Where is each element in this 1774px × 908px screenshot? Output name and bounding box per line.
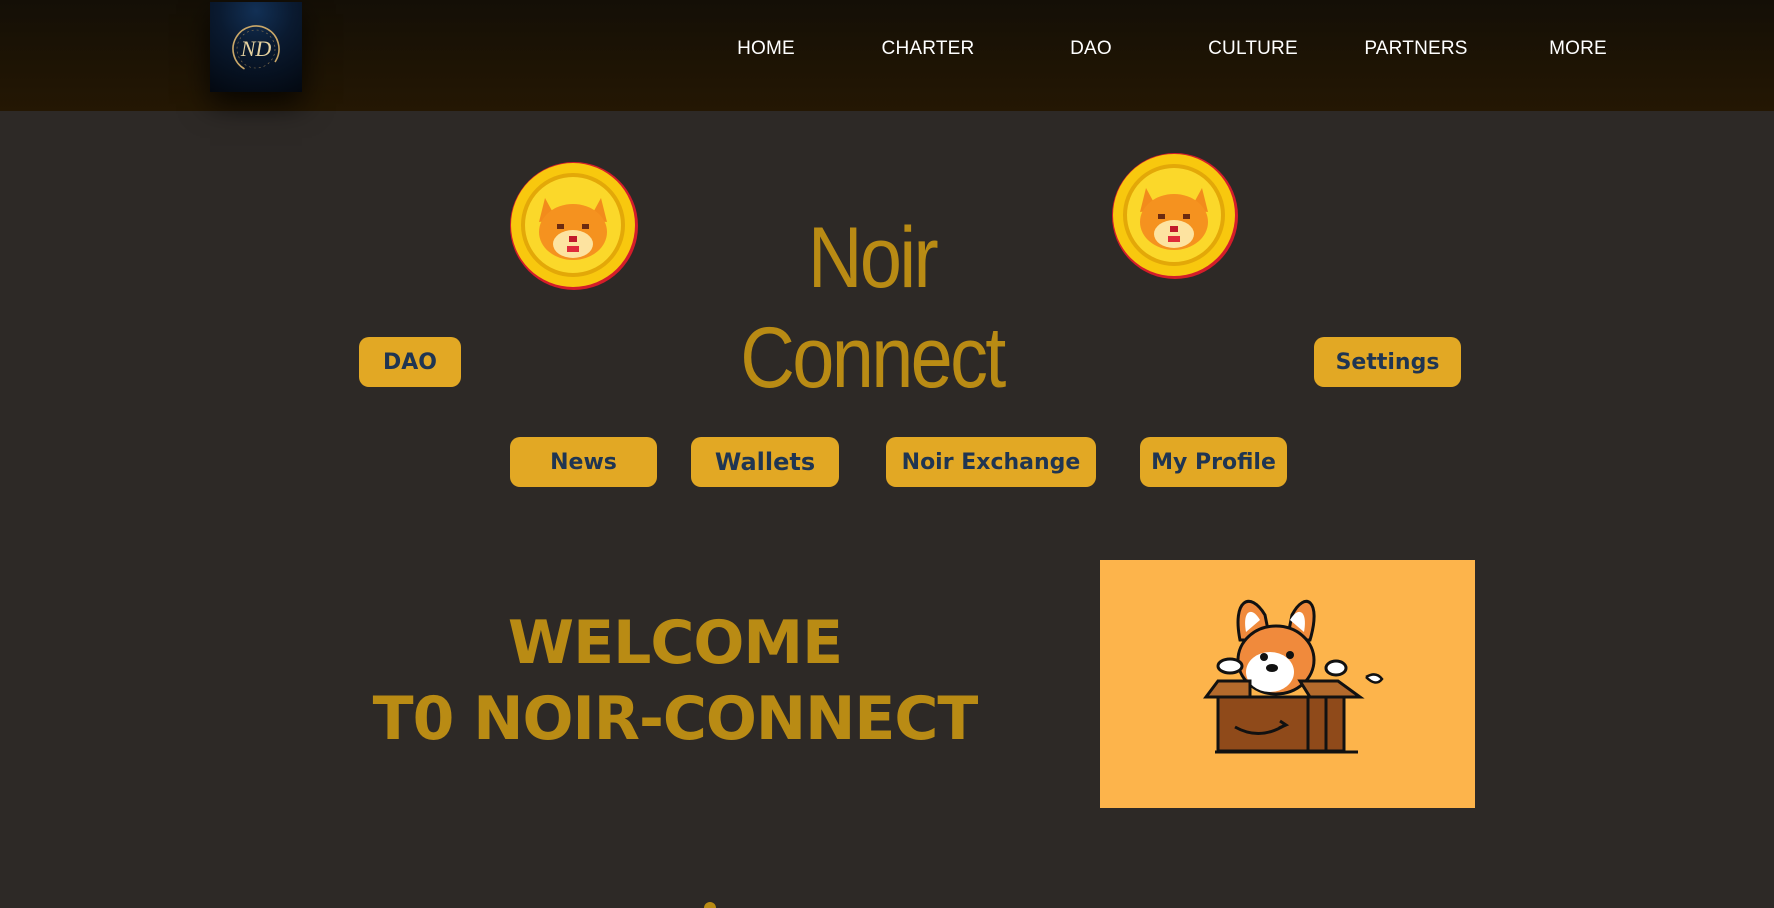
nav-charter[interactable]: CHARTER	[863, 38, 993, 60]
welcome-line-1: WELCOME	[507, 608, 843, 678]
logo-emblem-icon: ND	[232, 25, 280, 73]
nd-logo[interactable]: ND	[210, 2, 302, 92]
page-title: Noir Connect	[740, 210, 1006, 406]
noir-exchange-button[interactable]: Noir Exchange	[886, 437, 1096, 487]
news-button[interactable]: News	[510, 437, 657, 487]
top-nav-bar: ND HOME CHARTER DAO CULTURE PARTNERS MOR…	[0, 0, 1774, 111]
settings-button[interactable]: Settings	[1314, 337, 1461, 387]
wallets-button[interactable]: Wallets	[691, 437, 839, 487]
nav-home[interactable]: HOME	[701, 38, 831, 60]
bottom-decoration	[704, 902, 716, 908]
nav-partners[interactable]: PARTNERS	[1351, 38, 1481, 60]
nav-culture[interactable]: CULTURE	[1188, 38, 1318, 60]
dao-button[interactable]: DAO	[359, 337, 461, 387]
shiba-coin-right-icon	[1111, 152, 1239, 285]
shiba-coin-left-icon	[509, 160, 639, 297]
my-profile-button[interactable]: My Profile	[1140, 437, 1287, 487]
welcome-line-2: T0 NOIR-CONNECT	[372, 684, 979, 754]
corgi-in-box-image	[1100, 560, 1475, 808]
welcome-heading: WELCOME T0 NOIR-CONNECT	[360, 605, 990, 757]
logo-monogram: ND	[240, 36, 272, 61]
nav-dao[interactable]: DAO	[1026, 38, 1156, 60]
nav-more[interactable]: MORE	[1513, 38, 1643, 60]
